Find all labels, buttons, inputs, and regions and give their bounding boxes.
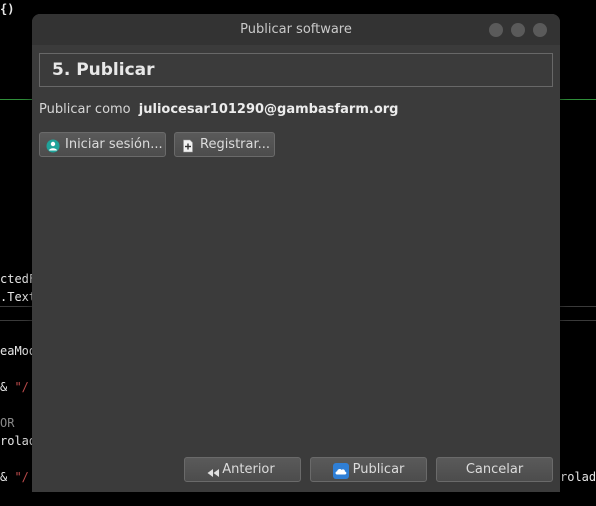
back-button-label: Anterior — [222, 462, 275, 477]
code-line: {) — [0, 2, 15, 16]
register-button-label: Registrar... — [200, 137, 271, 152]
maximize-window-button[interactable] — [511, 23, 525, 37]
publish-as-row: Publicar como juliocesar101290@gambasfar… — [39, 101, 398, 119]
code-string: "/ — [14, 470, 29, 484]
code-operator: & — [0, 470, 15, 484]
publish-button-label: Publicar — [352, 462, 405, 477]
publish-as-label: Publicar como — [39, 102, 131, 117]
code-line: eaMod — [0, 344, 37, 358]
user-login-icon — [46, 138, 60, 153]
minimize-window-button[interactable] — [489, 23, 503, 37]
step-title: 5. Publicar — [52, 60, 155, 80]
code-operator: & — [0, 380, 15, 394]
code-line: ctedF — [0, 272, 37, 286]
back-button[interactable]: Anterior — [184, 457, 301, 482]
step-header: 5. Publicar — [39, 53, 553, 87]
cancel-button[interactable]: Cancelar — [436, 457, 553, 482]
code-line: .Text — [0, 290, 37, 304]
code-line: rolad — [560, 470, 596, 484]
publish-software-dialog: Publicar software 5. Publicar Publicar c… — [32, 14, 560, 492]
code-line: OR — [0, 416, 15, 430]
new-document-icon — [181, 138, 195, 153]
dialog-titlebar[interactable]: Publicar software — [32, 14, 560, 45]
dialog-title: Publicar software — [240, 22, 352, 37]
account-email: juliocesar101290@gambasfarm.org — [138, 102, 399, 117]
code-string: "/ — [14, 380, 29, 394]
register-button[interactable]: Registrar... — [174, 132, 275, 157]
close-window-button[interactable] — [533, 23, 547, 37]
code-line: rolad — [0, 434, 37, 448]
code-line: & "/ — [0, 470, 29, 484]
code-line: & "/ — [0, 380, 29, 394]
login-button-label: Iniciar sesión... — [65, 137, 163, 152]
login-button[interactable]: Iniciar sesión... — [39, 132, 166, 157]
publish-button[interactable]: Publicar — [310, 457, 427, 482]
cancel-button-label: Cancelar — [465, 462, 524, 477]
